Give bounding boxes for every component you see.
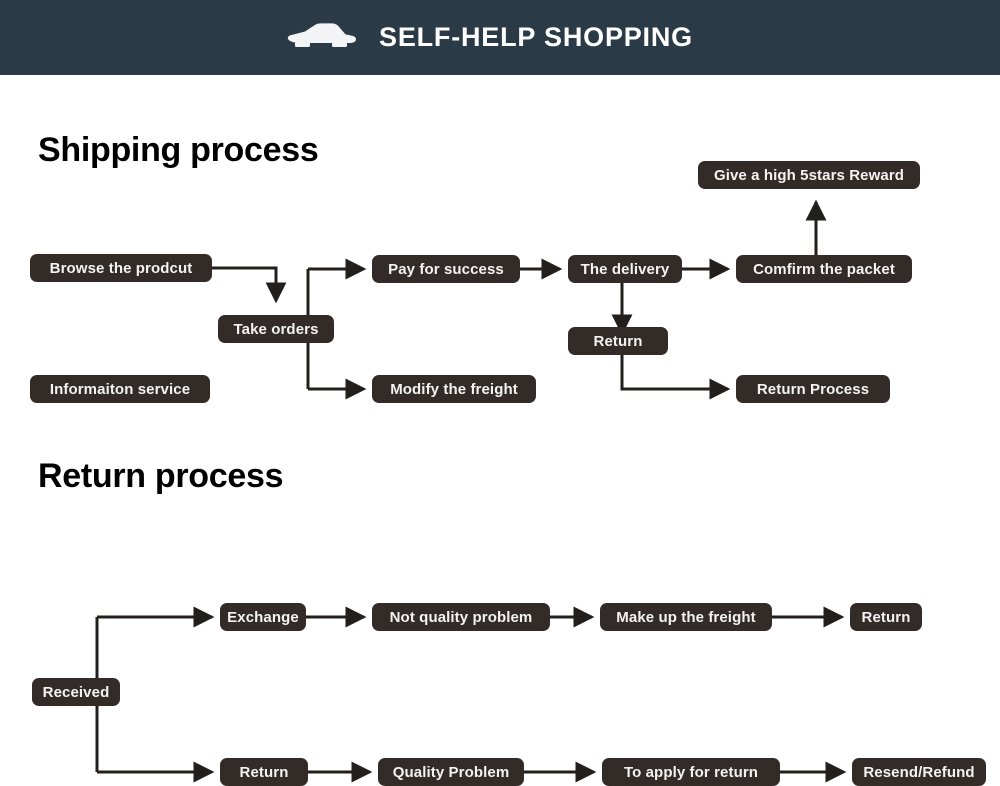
header-inner: SELF-HELP SHOPPING	[287, 21, 693, 55]
node-make-up-the-freight[interactable]: Make up the freight	[600, 603, 772, 631]
shipping-connectors	[212, 199, 827, 400]
node-modify-the-freight[interactable]: Modify the freight	[372, 375, 536, 403]
car-icon	[287, 21, 357, 55]
return-process-diagram: Received Exchange Not quality problem Ma…	[0, 495, 1000, 786]
node-return-top[interactable]: Return	[850, 603, 922, 631]
node-return-shipping[interactable]: Return	[568, 327, 668, 355]
app-title: SELF-HELP SHOPPING	[379, 22, 693, 52]
node-take-orders[interactable]: Take orders	[218, 315, 334, 343]
return-connectors	[95, 606, 847, 783]
node-browse-the-prodcut[interactable]: Browse the prodcut	[30, 254, 212, 282]
node-pay-for-success[interactable]: Pay for success	[372, 255, 520, 283]
node-received[interactable]: Received	[32, 678, 120, 706]
node-informaiton-service[interactable]: Informaiton service	[30, 375, 210, 403]
node-comfirm-the-packet[interactable]: Comfirm the packet	[736, 255, 912, 283]
node-exchange[interactable]: Exchange	[220, 603, 306, 631]
node-resend-refund[interactable]: Resend/Refund	[852, 758, 986, 786]
node-quality-problem[interactable]: Quality Problem	[378, 758, 524, 786]
page-body: Shipping process Return process Browse t…	[0, 75, 1000, 786]
shipping-process-diagram: Browse the prodcut Informaiton service T…	[0, 75, 1000, 495]
node-to-apply-for-return[interactable]: To apply for return	[602, 758, 780, 786]
node-return-bottom[interactable]: Return	[220, 758, 308, 786]
app-header: SELF-HELP SHOPPING	[0, 0, 1000, 75]
node-return-process[interactable]: Return Process	[736, 375, 890, 403]
node-the-delivery[interactable]: The delivery	[568, 255, 682, 283]
node-not-quality-problem[interactable]: Not quality problem	[372, 603, 550, 631]
node-give-a-high-5stars-reward[interactable]: Give a high 5stars Reward	[698, 161, 920, 189]
